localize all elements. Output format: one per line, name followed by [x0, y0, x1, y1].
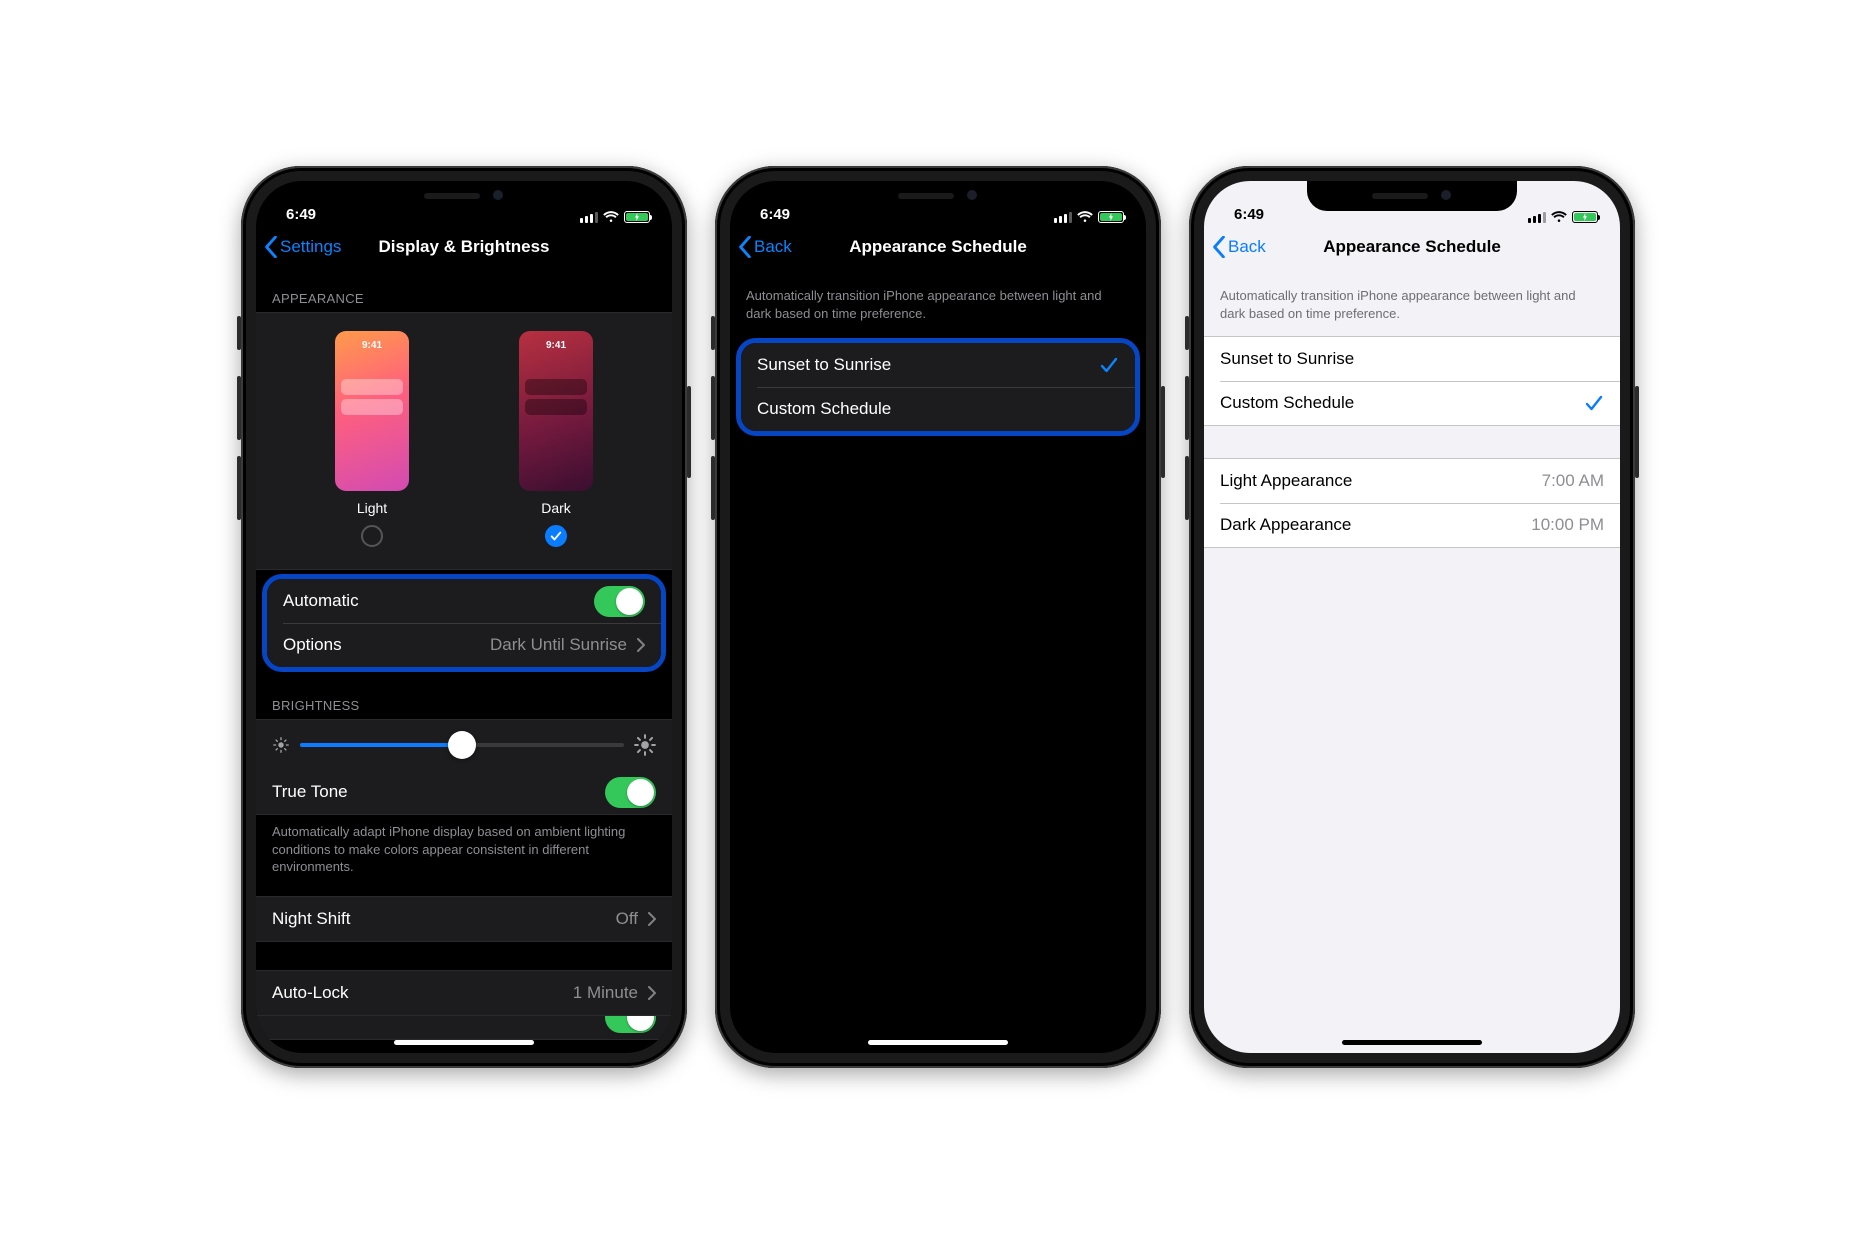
appearance-thumb-light: 9:41: [335, 331, 409, 491]
home-indicator[interactable]: [394, 1040, 534, 1045]
wifi-icon: [1551, 211, 1567, 223]
back-label: Back: [1228, 237, 1266, 257]
notch: [1307, 181, 1517, 211]
row-light-appearance-time[interactable]: Light Appearance 7:00 AM: [1204, 459, 1620, 503]
annotation-highlight: Sunset to Sunrise Custom Schedule: [736, 338, 1140, 436]
notch: [833, 181, 1043, 211]
row-night-shift[interactable]: Night Shift Off: [256, 897, 672, 941]
battery-charging-icon: [1572, 211, 1598, 223]
switch-on-icon[interactable]: [605, 1016, 656, 1033]
back-button[interactable]: Back: [1212, 236, 1266, 258]
row-partial: [256, 1016, 672, 1040]
row-label: Custom Schedule: [757, 399, 1119, 419]
switch-on-icon[interactable]: [594, 586, 645, 617]
screen-appearance-schedule-dark: 6:49 Back Appearance Schedule Automatica…: [730, 181, 1146, 1053]
sun-min-icon: [272, 736, 290, 754]
battery-charging-icon: [1098, 211, 1124, 223]
schedule-intro: Automatically transition iPhone appearan…: [1204, 269, 1620, 322]
nav-bar: Back Appearance Schedule: [730, 225, 1146, 269]
row-label: Options: [283, 635, 480, 655]
status-time: 6:49: [760, 206, 790, 223]
radio-unselected-icon: [361, 525, 383, 547]
nav-title: Appearance Schedule: [849, 237, 1027, 257]
row-label: Auto-Lock: [272, 983, 563, 1003]
checkmark-icon: [1584, 393, 1604, 413]
wifi-icon: [1077, 211, 1093, 223]
appearance-option-dark[interactable]: 9:41 Dark: [519, 331, 593, 547]
cellular-icon: [580, 212, 598, 223]
iphone-frame: 6:49 Back Appearance Schedule Automatica…: [715, 166, 1161, 1068]
appearance-selector: 9:41 Light 9:41 Dark: [256, 313, 672, 569]
switch-on-icon[interactable]: [605, 777, 656, 808]
back-button[interactable]: Back: [738, 236, 792, 258]
row-true-tone[interactable]: True Tone: [256, 770, 672, 814]
row-sunset-sunrise[interactable]: Sunset to Sunrise: [1204, 337, 1620, 381]
home-indicator[interactable]: [1342, 1040, 1482, 1045]
row-detail: 7:00 AM: [1542, 471, 1604, 491]
row-label: Dark Appearance: [1220, 515, 1521, 535]
checkmark-icon: [1099, 355, 1119, 375]
notch: [359, 181, 569, 211]
status-time: 6:49: [286, 206, 316, 223]
wifi-icon: [603, 211, 619, 223]
row-options[interactable]: Options Dark Until Sunrise: [267, 623, 661, 667]
row-label: Custom Schedule: [1220, 393, 1574, 413]
row-detail: Dark Until Sunrise: [490, 635, 627, 655]
screen-appearance-schedule-light: 6:49 Back Appearance Schedule Automatica…: [1204, 181, 1620, 1053]
appearance-option-light[interactable]: 9:41 Light: [335, 331, 409, 547]
chevron-right-icon: [648, 912, 656, 926]
row-detail: 1 Minute: [573, 983, 638, 1003]
iphone-frame: 6:49 Back Appearance Schedule Automatica…: [1189, 166, 1635, 1068]
section-header-brightness: BRIGHTNESS: [256, 676, 672, 719]
back-label: Settings: [280, 237, 341, 257]
chevron-left-icon: [1212, 236, 1226, 258]
back-label: Back: [754, 237, 792, 257]
appearance-thumb-dark: 9:41: [519, 331, 593, 491]
schedule-intro: Automatically transition iPhone appearan…: [730, 269, 1146, 322]
cellular-icon: [1054, 212, 1072, 223]
cellular-icon: [1528, 212, 1546, 223]
chevron-right-icon: [648, 986, 656, 1000]
row-custom-schedule[interactable]: Custom Schedule: [1204, 381, 1620, 425]
row-auto-lock[interactable]: Auto-Lock 1 Minute: [256, 971, 672, 1015]
row-detail: 10:00 PM: [1531, 515, 1604, 535]
nav-bar: Settings Display & Brightness: [256, 225, 672, 269]
appearance-label-dark: Dark: [541, 500, 571, 516]
annotation-highlight: Automatic Options Dark Until Sunrise: [262, 574, 666, 672]
chevron-left-icon: [264, 236, 278, 258]
back-button[interactable]: Settings: [264, 236, 341, 258]
section-header-appearance: APPEARANCE: [256, 269, 672, 312]
screen-display-brightness: 6:49 Settings Display & Brightness APPEA…: [256, 181, 672, 1053]
brightness-slider[interactable]: [256, 720, 672, 770]
status-time: 6:49: [1234, 206, 1264, 223]
nav-bar: Back Appearance Schedule: [1204, 225, 1620, 269]
row-label: True Tone: [272, 782, 595, 802]
row-label: Night Shift: [272, 909, 606, 929]
home-indicator[interactable]: [868, 1040, 1008, 1045]
row-detail: Off: [616, 909, 638, 929]
appearance-label-light: Light: [357, 500, 387, 516]
row-label: Sunset to Sunrise: [1220, 349, 1604, 369]
true-tone-footer: Automatically adapt iPhone display based…: [256, 815, 672, 876]
nav-title: Appearance Schedule: [1323, 237, 1501, 257]
row-label: Sunset to Sunrise: [757, 355, 1089, 375]
chevron-right-icon: [637, 638, 645, 652]
row-automatic[interactable]: Automatic: [267, 579, 661, 623]
sun-max-icon: [634, 734, 656, 756]
battery-charging-icon: [624, 211, 650, 223]
nav-title: Display & Brightness: [379, 237, 550, 257]
chevron-left-icon: [738, 236, 752, 258]
row-custom-schedule[interactable]: Custom Schedule: [741, 387, 1135, 431]
iphone-frame: 6:49 Settings Display & Brightness APPEA…: [241, 166, 687, 1068]
row-label: Automatic: [283, 591, 584, 611]
row-sunset-sunrise[interactable]: Sunset to Sunrise: [741, 343, 1135, 387]
radio-selected-icon: [545, 525, 567, 547]
row-label: Light Appearance: [1220, 471, 1532, 491]
row-dark-appearance-time[interactable]: Dark Appearance 10:00 PM: [1204, 503, 1620, 547]
